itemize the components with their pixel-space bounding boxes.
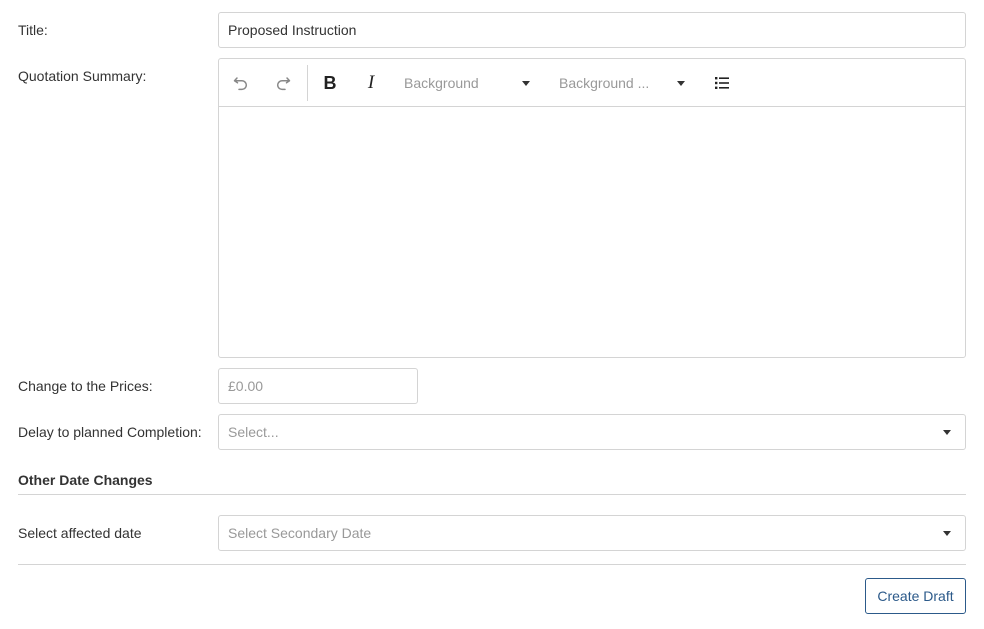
background-color-dropdown-label: Background — [404, 75, 479, 91]
bold-button[interactable]: B — [316, 69, 344, 97]
chevron-down-icon — [943, 531, 951, 536]
bold-icon: B — [323, 72, 337, 93]
other-date-changes-heading: Other Date Changes — [18, 472, 153, 488]
title-input[interactable] — [218, 12, 966, 48]
italic-button[interactable]: I — [357, 69, 385, 97]
quotation-summary-textarea[interactable] — [219, 107, 965, 357]
affected-date-select[interactable]: Select Secondary Date — [218, 515, 966, 551]
undo-button[interactable] — [227, 69, 255, 97]
footer-divider — [18, 564, 966, 565]
background-dropdown-2-label: Background ... — [559, 75, 650, 91]
delay-completion-label: Delay to planned Completion: — [18, 424, 202, 440]
chevron-down-icon — [677, 81, 685, 86]
toolbar-separator — [307, 65, 308, 101]
quotation-summary-label: Quotation Summary: — [18, 68, 147, 84]
change-prices-input[interactable] — [218, 368, 418, 404]
affected-date-placeholder: Select Secondary Date — [228, 525, 372, 541]
redo-icon — [276, 77, 291, 91]
section-divider — [18, 494, 966, 495]
quotation-summary-editor: B I Background Background ... — [218, 58, 966, 358]
chevron-down-icon — [943, 430, 951, 435]
italic-icon: I — [367, 72, 375, 93]
redo-button[interactable] — [269, 69, 297, 97]
bullet-list-button[interactable] — [708, 69, 736, 97]
affected-date-label: Select affected date — [18, 525, 142, 541]
bullet-list-icon — [715, 77, 729, 89]
delay-completion-select[interactable]: Select... — [218, 414, 966, 450]
create-draft-button[interactable]: Create Draft — [865, 578, 966, 614]
delay-completion-placeholder: Select... — [228, 424, 279, 440]
background-dropdown-2[interactable]: Background ... — [559, 69, 685, 97]
change-prices-label: Change to the Prices: — [18, 378, 153, 394]
title-label: Title: — [18, 22, 48, 38]
undo-icon — [233, 77, 248, 91]
chevron-down-icon — [522, 81, 530, 86]
background-color-dropdown[interactable]: Background — [404, 69, 530, 97]
editor-toolbar: B I Background Background ... — [219, 59, 965, 107]
